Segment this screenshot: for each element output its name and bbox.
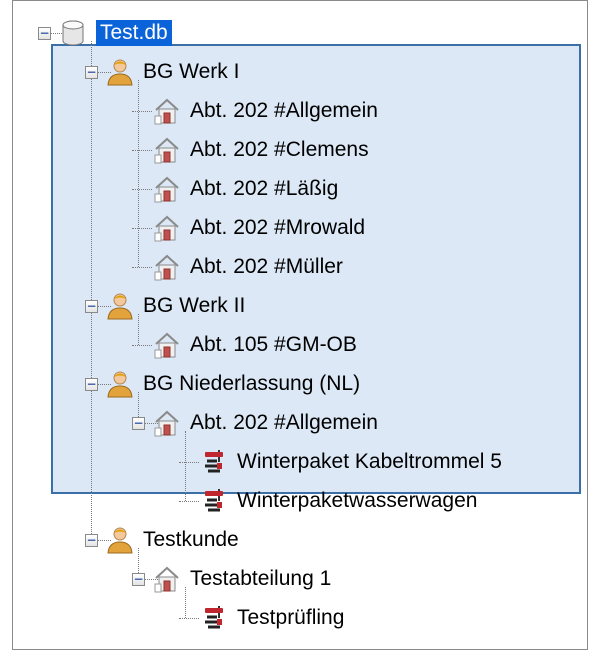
tree-node-label: BG Werk I (143, 60, 240, 83)
house-icon (154, 98, 179, 125)
tree-group-node[interactable]: Testabteilung 1 (152, 560, 331, 598)
house-icon (154, 332, 179, 359)
tree-connector-line (132, 228, 152, 229)
tree-node-label: Testabteilung 1 (190, 567, 332, 590)
collapse-toggle[interactable]: − (132, 573, 145, 586)
tree-node-label: Testprüfling (237, 606, 345, 629)
user-icon (107, 59, 133, 86)
tree-connector-line (132, 150, 152, 151)
tree-connector-line (179, 501, 199, 502)
tree-leaf-node[interactable]: Abt. 202 #Müller (152, 248, 343, 286)
tree-node-label: BG Werk II (143, 294, 246, 317)
house-icon (154, 176, 179, 203)
tree-node-label: Abt. 202 #Allgemein (190, 99, 378, 122)
collapse-toggle[interactable]: − (132, 417, 145, 430)
tree-leaf-node[interactable]: Abt. 202 #Läßig (152, 170, 338, 208)
tree-group-node[interactable]: BG Werk II (105, 287, 245, 325)
tree-leaf-node[interactable]: Winterpaketwasserwagen (199, 482, 477, 520)
tree-leaf-node[interactable]: Abt. 202 #Clemens (152, 131, 369, 169)
tree-node-label: Abt. 202 #Läßig (190, 177, 339, 200)
collapse-toggle[interactable]: − (85, 378, 98, 391)
house-icon (154, 137, 179, 164)
tree-group-node[interactable]: BG Werk I (105, 53, 239, 91)
tree-connector-line (138, 80, 139, 267)
tree-root-node[interactable]: Test.db (58, 14, 172, 52)
cable-reel-icon (205, 489, 223, 512)
cable-reel-icon (205, 450, 223, 473)
house-icon (154, 215, 179, 242)
tree-node-label: Testkunde (143, 528, 239, 551)
tree-connector-line (132, 111, 152, 112)
tree-node-label: Test.db (96, 20, 172, 46)
tree-node-label: Abt. 105 #GM-OB (190, 333, 357, 356)
tree-connector-line (132, 189, 152, 190)
tree-leaf-node[interactable]: Winterpaket Kabeltrommel 5 (199, 443, 502, 481)
house-icon (154, 410, 179, 437)
tree-leaf-node[interactable]: Abt. 202 #Allgemein (152, 92, 378, 130)
cable-reel-icon (205, 606, 223, 629)
tree-connector-line (132, 267, 152, 268)
user-icon (107, 371, 133, 398)
user-icon (107, 293, 133, 320)
database-icon (62, 20, 84, 46)
tree-node-label: Winterpaketwasserwagen (237, 489, 478, 512)
tree-connector-line (132, 345, 152, 346)
tree-group-node[interactable]: Testkunde (105, 521, 239, 559)
collapse-toggle[interactable]: − (38, 27, 51, 40)
tree-connector-line (179, 462, 199, 463)
house-icon (154, 566, 179, 593)
tree-node-label: Winterpaket Kabeltrommel 5 (237, 450, 502, 473)
tree-connector-line (91, 41, 92, 540)
tree-group-node[interactable]: BG Niederlassung (NL) (105, 365, 360, 403)
tree-leaf-node[interactable]: Abt. 202 #Mrowald (152, 209, 365, 247)
collapse-toggle[interactable]: − (85, 534, 98, 547)
tree-node-label: Abt. 202 #Mrowald (190, 216, 366, 239)
tree-node-label: Abt. 202 #Clemens (190, 138, 369, 161)
tree-node-label: Abt. 202 #Müller (190, 255, 343, 278)
tree-view[interactable]: − Test.db − BG Werk I Abt. 202 #Allgemein Abt… (12, 0, 588, 650)
tree-connector-line (179, 618, 199, 619)
house-icon (154, 254, 179, 281)
tree-leaf-node[interactable]: Abt. 105 #GM-OB (152, 326, 357, 364)
tree-content: − Test.db − BG Werk I Abt. 202 #Allgemein Abt… (13, 1, 587, 649)
tree-node-label: Abt. 202 #Allgemein (190, 411, 378, 434)
user-icon (107, 527, 133, 554)
tree-group-node[interactable]: Abt. 202 #Allgemein (152, 404, 378, 442)
tree-leaf-node[interactable]: Testprüfling (199, 599, 344, 637)
collapse-toggle[interactable]: − (85, 300, 98, 313)
tree-node-label: BG Niederlassung (NL) (143, 372, 361, 395)
collapse-toggle[interactable]: − (85, 66, 98, 79)
